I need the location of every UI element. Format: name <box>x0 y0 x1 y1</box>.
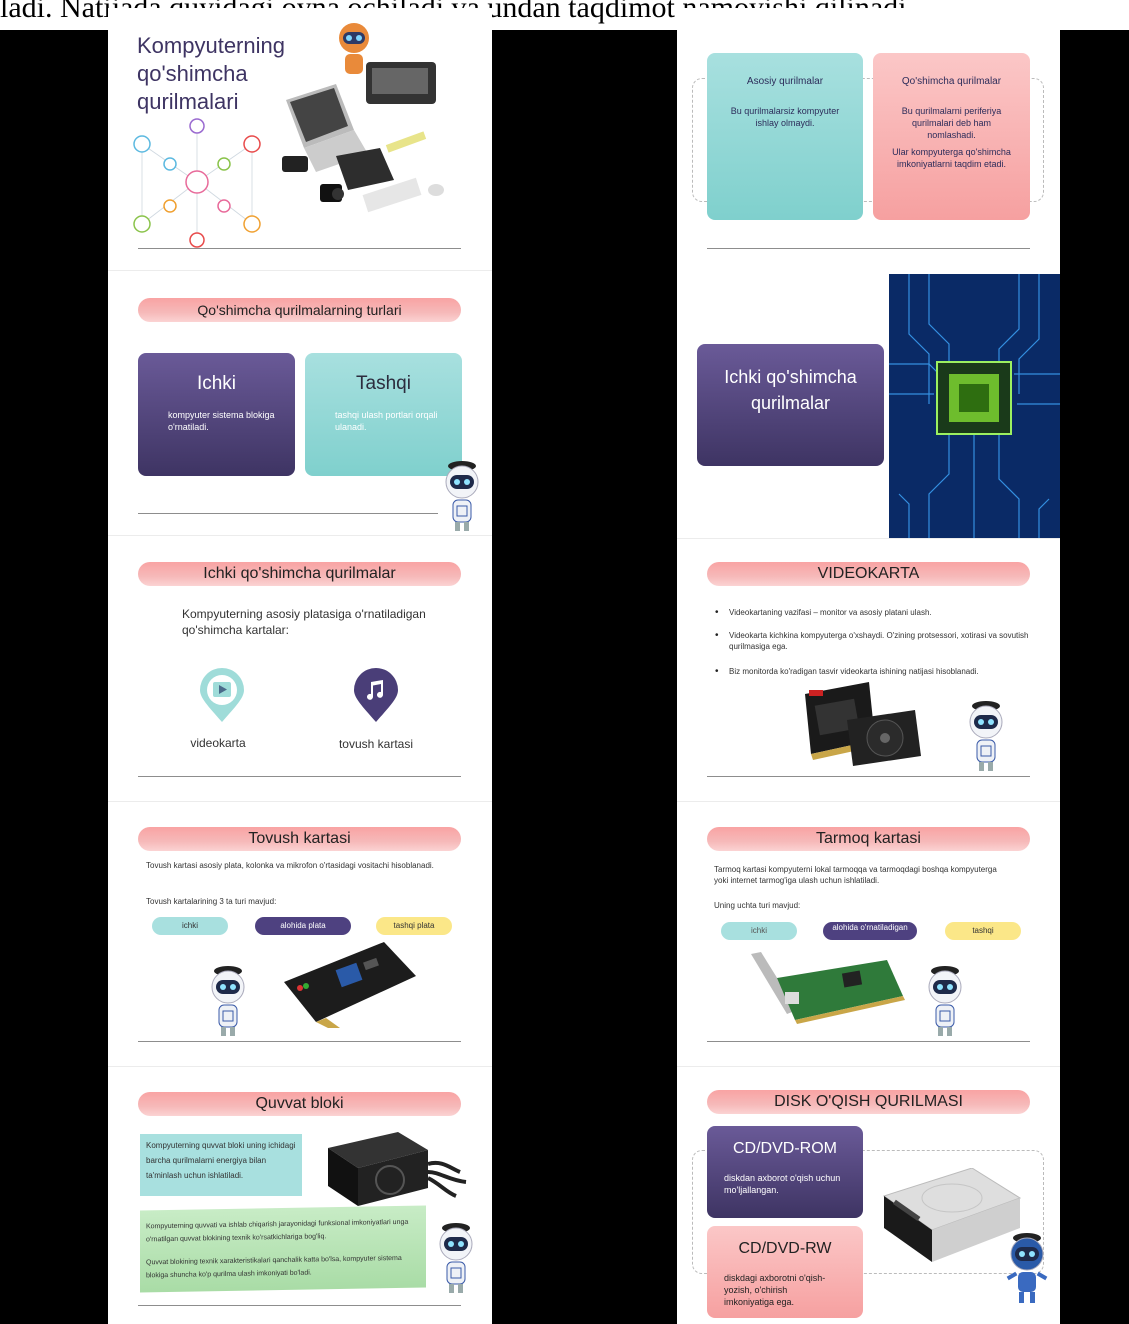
sound-card-image <box>280 938 420 1028</box>
divider <box>138 1041 461 1042</box>
bullet-item: Biz monitorda ko'radigan tasvir videokar… <box>715 666 1029 677</box>
card-text: diskdan axborot o'qish uchun mo'ljallang… <box>724 1173 841 1195</box>
robot-mascot-waving <box>1005 1230 1049 1306</box>
card-text: tashqi ulash portlari orqali ulanadi. <box>335 410 438 432</box>
info-box: Kompyuterning quvvat bloki uning ichidag… <box>140 1134 302 1196</box>
robot-mascot <box>440 458 484 534</box>
card-title: CD/DVD-ROM <box>733 1140 837 1157</box>
robot-mascot <box>923 963 967 1039</box>
chip-ichki: ichki <box>152 917 228 935</box>
chip-tashqi-plata: tashqi plata <box>376 917 452 935</box>
network-card-image <box>747 948 907 1032</box>
slide-separator <box>677 801 1060 802</box>
slide-separator <box>108 535 492 536</box>
bullet-item: Videokartaning vazifasi – monitor va aso… <box>715 607 1029 618</box>
divider <box>138 1305 461 1306</box>
icon-label: videokarta <box>190 736 246 750</box>
slide-separator <box>108 270 492 271</box>
chip-tashqi: tashqi <box>945 922 1021 940</box>
divider <box>138 776 461 777</box>
card-title: Ichki <box>196 373 237 394</box>
disk-drive-image <box>882 1167 1022 1264</box>
slide-separator <box>677 538 1060 539</box>
info-text: Kompyuterning quvvati va ishlab chiqaris… <box>146 1218 409 1244</box>
card-text: diskdagi axborotni o'qish-yozish, o'chir… <box>724 1273 826 1307</box>
divider <box>138 513 438 514</box>
card-title: Qo'shimcha qurilmalar <box>901 76 1002 87</box>
section-pill: Ichki qo'shimcha qurilmalar <box>138 562 461 586</box>
divider <box>707 248 1030 249</box>
section-text: Tovush kartasi asosiy plata, kolonka va … <box>146 861 434 870</box>
info-box-green: Kompyuterning quvvati va ishlab chiqaris… <box>140 1205 426 1293</box>
slide-separator <box>677 1066 1060 1067</box>
cd-rom-card: CD/DVD-ROM diskdan axborot o'qish uchun … <box>707 1126 863 1218</box>
info-text: Quvvat blokining texnik xarakteristikala… <box>146 1254 402 1280</box>
chip-ichki: ichki <box>721 922 797 940</box>
peripherals-illustration <box>276 44 466 220</box>
robot-mascot <box>964 698 1008 774</box>
divider <box>138 248 461 249</box>
ichki-card: Ichki kompyuter sistema blokiga o'rnatil… <box>138 353 295 476</box>
chip-alohida: alohida o'rnatiladigan <box>823 922 917 940</box>
card-title: Asosiy qurilmalar <box>746 76 824 87</box>
section-pill: Tovush kartasi <box>138 827 461 851</box>
icon-label: tovush kartasi <box>338 737 414 751</box>
qoshimcha-card: Qo'shimcha qurilmalar Bu qurilmalarni pe… <box>873 53 1030 220</box>
network-icons-illustration <box>122 114 272 250</box>
section-text: Tovush kartalarining 3 ta turi mavjud: <box>146 897 277 906</box>
section-pill: DISK O'QISH QURILMASI <box>707 1090 1030 1114</box>
cd-rw-card: CD/DVD-RW diskdagi axborotni o'qish-yozi… <box>707 1226 863 1318</box>
card-title: CD/DVD-RW <box>738 1240 832 1257</box>
section-title-box: Ichki qo'shimcha qurilmalar <box>697 344 884 466</box>
slide-separator <box>108 801 492 802</box>
section-pill: Tarmoq kartasi <box>707 827 1030 851</box>
card-text: kompyuter sistema blokiga o'rnatiladi. <box>168 410 275 432</box>
divider <box>707 1041 1030 1042</box>
tashqi-card: Tashqi tashqi ulash portlari orqali ulan… <box>305 353 462 476</box>
section-pill: Quvvat bloki <box>138 1092 461 1116</box>
card-text: Bu qurilmalarsiz kompyuter ishlay olmayd… <box>730 106 840 128</box>
section-text: Uning uchta turi mavjud: <box>714 901 801 910</box>
asosiy-card: Asosiy qurilmalar Bu qurilmalarsiz kompy… <box>707 53 863 220</box>
section-text: Kompyuterning asosiy platasiga o'rnatila… <box>182 607 426 637</box>
power-supply-image <box>328 1128 470 1208</box>
music-note-icon <box>354 668 398 724</box>
video-icon <box>200 668 244 724</box>
robot-mascot <box>434 1220 478 1296</box>
card-text: Bu qurilmalarni periferiya qurilmalari d… <box>901 106 1002 140</box>
box-title: Ichki qo'shimcha qurilmalar <box>724 367 857 413</box>
divider <box>707 776 1030 777</box>
card-text: Ular kompyuterga qo'shimcha imkoniyatlar… <box>892 147 1011 169</box>
robot-mascot <box>206 963 250 1039</box>
section-pill: Qo'shimcha qurilmalarning turlari <box>138 298 461 322</box>
section-text: Tarmoq kartasi kompyuterni lokal tarmoqq… <box>714 865 997 885</box>
bullet-item: Videokarta kichkina kompyuterga o'xshayd… <box>715 630 1029 652</box>
slide-separator <box>108 1066 492 1067</box>
video-card-image <box>795 680 927 772</box>
slide-column-left: Kompyuterning qo'shimcha qurilmalari Qo'… <box>108 8 492 1324</box>
card-title: Tashqi <box>356 373 411 394</box>
section-pill: VIDEOKARTA <box>707 562 1030 586</box>
slide-column-right: Asosiy qurilmalar Bu qurilmalarsiz kompy… <box>677 8 1060 1324</box>
chip-alohida-plata: alohida plata <box>255 917 351 935</box>
circuit-chip-image <box>889 274 1060 538</box>
